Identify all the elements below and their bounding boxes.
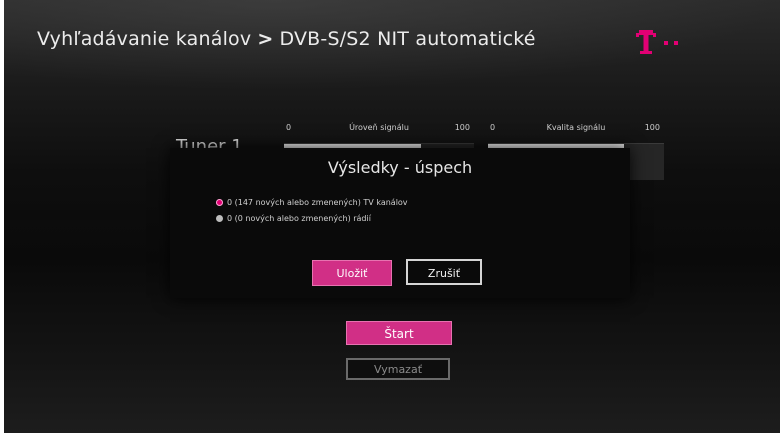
signal-scale: 0 Úroveň signálu 100 <box>284 121 474 135</box>
breadcrumb-separator: > <box>257 28 274 50</box>
results-dialog: Výsledky - úspech 0 (147 nových alebo zm… <box>170 148 630 298</box>
tv-screen: Vyhľadávanie kanálov > DVB-S/S2 NIT automa… <box>4 0 780 433</box>
result-radio-text: 0 (0 nových alebo zmenených) rádií <box>227 214 371 223</box>
dialog-title: Výsledky - úspech <box>327 158 473 177</box>
breadcrumb-section: Vyhľadávanie kanálov <box>37 28 252 50</box>
result-radio-channels: 0 (0 nových alebo zmenených) rádií <box>216 214 371 223</box>
quality-label: Kvalita signálu <box>546 123 606 132</box>
quality-scale: 0 Kvalita signálu 100 <box>488 121 664 135</box>
signal-label: Úroveň signálu <box>349 123 409 132</box>
clear-button[interactable]: Vymazať <box>346 358 450 380</box>
telekom-t-logo-icon <box>636 30 678 54</box>
save-button[interactable]: Uložiť <box>312 260 392 286</box>
signal-max: 100 <box>454 123 470 132</box>
breadcrumb-subsection: DVB-S/S2 NIT automatické <box>279 28 536 50</box>
cancel-button[interactable]: Zrušiť <box>406 259 482 285</box>
radio-bullet-icon <box>216 215 223 222</box>
tv-bullet-icon <box>216 199 223 206</box>
start-button[interactable]: Štart <box>346 321 452 345</box>
quality-max: 100 <box>644 123 660 132</box>
page-title: Vyhľadávanie kanálov > DVB-S/S2 NIT automa… <box>37 28 536 50</box>
result-tv-text: 0 (147 nových alebo zmenených) TV kanálo… <box>227 198 408 207</box>
result-tv-channels: 0 (147 nových alebo zmenených) TV kanálo… <box>216 198 408 207</box>
